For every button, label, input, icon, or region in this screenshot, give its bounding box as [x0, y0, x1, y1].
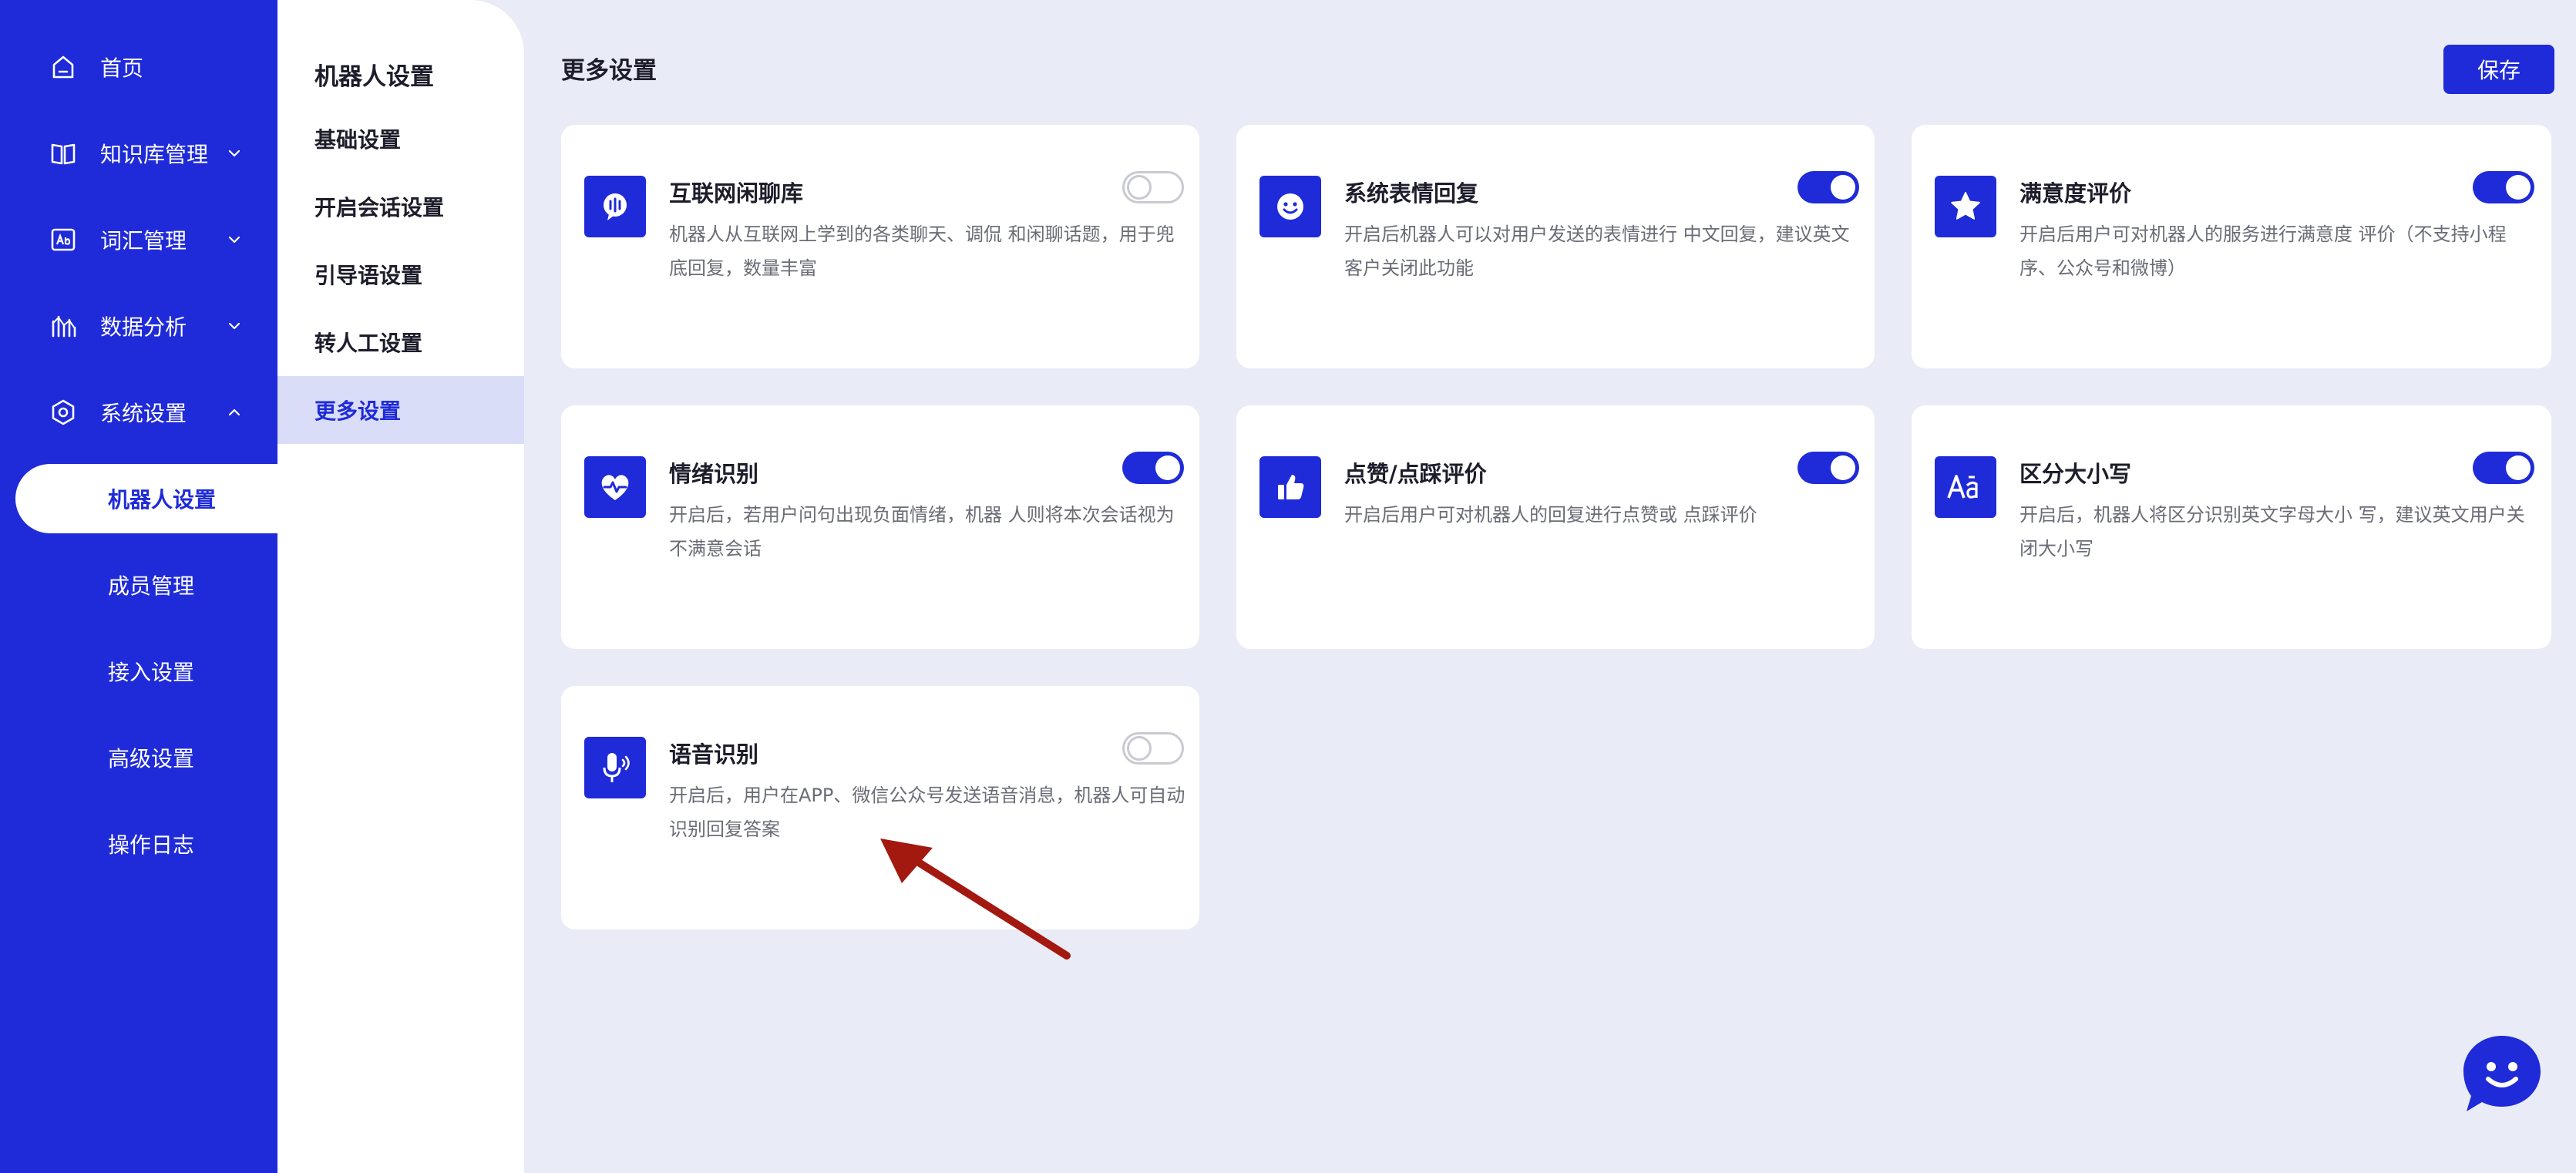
- nav-item-label: 数据分析: [100, 314, 187, 340]
- menu-item-session-start[interactable]: 开启会话设置: [277, 173, 524, 240]
- menu-item-label: 引导语设置: [314, 263, 423, 288]
- analytics-icon: [52, 315, 76, 338]
- card-description: 开启后用户可对机器人的服务进行满意度 评价（不支持小程序、公众号和微博）: [2019, 224, 2507, 279]
- chat-assistant-button[interactable]: [2460, 1033, 2544, 1116]
- book-icon: [51, 143, 76, 165]
- page-title: 更多设置: [561, 57, 657, 85]
- toggle-knob: [1831, 455, 1855, 480]
- nav-subitem-label: 接入设置: [108, 660, 195, 685]
- save-button[interactable]: 保存: [2443, 45, 2554, 94]
- case-sensitive-toggle[interactable]: [2473, 452, 2534, 484]
- nav-subitem-label: 成员管理: [108, 573, 195, 599]
- heart-pulse-icon: [584, 456, 646, 518]
- settings-menu: 机器人设置 基础设置 开启会话设置 引导语设置 转人工设置 更多设置: [277, 0, 524, 1173]
- card-title: 系统表情回复: [1344, 180, 1479, 207]
- nav-item-system-settings[interactable]: 系统设置: [0, 378, 277, 447]
- thumbs-up-icon: [1259, 456, 1321, 518]
- chevron-down-icon: [228, 236, 240, 244]
- internet-chat-toggle[interactable]: [1122, 171, 1184, 203]
- setting-card-case-sensitive: 区分大小写 开启后，机器人将区分识别英文字母大小 写，建议英文用户关闭大小写: [1912, 405, 2551, 649]
- home-icon: [52, 55, 74, 79]
- nav-subitem-integration[interactable]: 接入设置: [0, 637, 277, 706]
- vocabulary-icon: [51, 228, 76, 251]
- nav-item-home[interactable]: 首页: [0, 32, 277, 102]
- menu-item-label: 开启会话设置: [314, 195, 445, 220]
- nav-item-vocabulary[interactable]: 词汇管理: [0, 205, 277, 274]
- nav-subitem-robot-settings[interactable]: 机器人设置: [15, 464, 277, 533]
- menu-item-label: 基础设置: [314, 127, 402, 153]
- robot-chat-icon: [2463, 1036, 2541, 1111]
- setting-card-emotion: 情绪识别 开启后，若用户问句出现负面情绪，机器 人则将本次会话视为不满意会话: [561, 405, 1199, 649]
- card-title: 语音识别: [669, 741, 759, 768]
- setting-card-voice-recognition: 语音识别 开启后，用户在APP、微信公众号发送语音消息，机器人可自动识别回复答案: [561, 686, 1199, 929]
- nav-item-label: 知识库管理: [100, 142, 209, 167]
- settings-icon: [52, 399, 75, 425]
- nav-item-label: 词汇管理: [100, 228, 187, 254]
- card-title: 区分大小写: [2019, 461, 2132, 487]
- setting-card-internet-chat: 互联网闲聊库 机器人从互联网上学到的各类聊天、调侃 和闲聊话题，用于兜底回复，数…: [561, 125, 1199, 368]
- chevron-down-icon: [228, 150, 240, 157]
- toggle-knob: [1127, 736, 1152, 761]
- setting-card-emoji-reply: 系统表情回复 开启后机器人可以对用户发送的表情进行 中文回复，建议英文客户关闭此…: [1236, 125, 1875, 368]
- toggle-knob: [2506, 175, 2531, 200]
- nav-subitem-advanced[interactable]: 高级设置: [0, 723, 277, 792]
- nav-subitem-label: 机器人设置: [108, 487, 217, 513]
- toggle-knob: [1155, 455, 1180, 480]
- card-description: 开启后，用户在APP、微信公众号发送语音消息，机器人可自动识别回复答案: [669, 785, 1185, 840]
- nav-subitem-label: 高级设置: [108, 746, 195, 771]
- toggle-knob: [2506, 455, 2531, 480]
- menu-item-label: 更多设置: [314, 398, 402, 424]
- menu-item-transfer-human[interactable]: 转人工设置: [277, 308, 524, 376]
- toggle-knob: [1127, 175, 1152, 200]
- voice-recognition-toggle[interactable]: [1122, 732, 1184, 765]
- chevron-down-icon: [228, 322, 240, 330]
- card-description: 开启后用户可对机器人的回复进行点赞或 点踩评价: [1344, 504, 1757, 526]
- star-icon: [1935, 176, 1996, 237]
- nav-item-knowledge-base[interactable]: 知识库管理: [0, 119, 277, 188]
- card-description: 开启后机器人可以对用户发送的表情进行 中文回复，建议英文客户关闭此功能: [1344, 224, 1850, 279]
- satisfaction-toggle[interactable]: [2473, 171, 2534, 203]
- card-description: 开启后，若用户问句出现负面情绪，机器 人则将本次会话视为不满意会话: [669, 504, 1175, 560]
- menu-title: 机器人设置: [314, 63, 434, 91]
- menu-item-label: 转人工设置: [314, 331, 423, 356]
- like-dislike-toggle[interactable]: [1797, 452, 1859, 484]
- emoji-reply-toggle[interactable]: [1797, 171, 1859, 203]
- card-title: 点赞/点踩评价: [1344, 461, 1487, 487]
- card-title: 情绪识别: [669, 461, 759, 487]
- toggle-knob: [1831, 175, 1855, 200]
- nav-item-label: 首页: [100, 55, 144, 81]
- menu-item-guide[interactable]: 引导语设置: [277, 240, 524, 308]
- card-title: 满意度评价: [2019, 180, 2132, 207]
- setting-card-like-dislike: 点赞/点踩评价 开启后用户可对机器人的回复进行点赞或 点踩评价: [1236, 405, 1875, 649]
- letter-case-icon: [1935, 456, 1996, 518]
- card-description: 开启后，机器人将区分识别英文字母大小 写，建议英文用户关闭大小写: [2019, 504, 2525, 560]
- card-title: 互联网闲聊库: [669, 180, 804, 207]
- nav-subitem-label: 操作日志: [108, 832, 195, 858]
- microphone-icon: [584, 737, 646, 798]
- chevron-up-icon: [228, 408, 240, 416]
- setting-card-satisfaction: 满意度评价 开启后用户可对机器人的服务进行满意度 评价（不支持小程序、公众号和微…: [1912, 125, 2551, 368]
- smiley-icon: [1259, 176, 1321, 237]
- emotion-toggle[interactable]: [1122, 452, 1184, 484]
- main-sidebar: 首页 知识库管理 词汇管理 数据分析 系统设置 机器人设置 成员管理 接入设置 …: [0, 0, 277, 1173]
- menu-item-basic[interactable]: 基础设置: [277, 105, 524, 173]
- card-description: 机器人从互联网上学到的各类聊天、调侃 和闲聊话题，用于兜底回复，数量丰富: [669, 224, 1175, 279]
- chat-bubble-icon: [584, 176, 646, 237]
- menu-item-more[interactable]: 更多设置: [277, 376, 524, 444]
- nav-item-analytics[interactable]: 数据分析: [0, 291, 277, 361]
- nav-subitem-operation-log[interactable]: 操作日志: [0, 809, 277, 879]
- nav-item-label: 系统设置: [100, 401, 187, 426]
- nav-subitem-members[interactable]: 成员管理: [0, 550, 277, 620]
